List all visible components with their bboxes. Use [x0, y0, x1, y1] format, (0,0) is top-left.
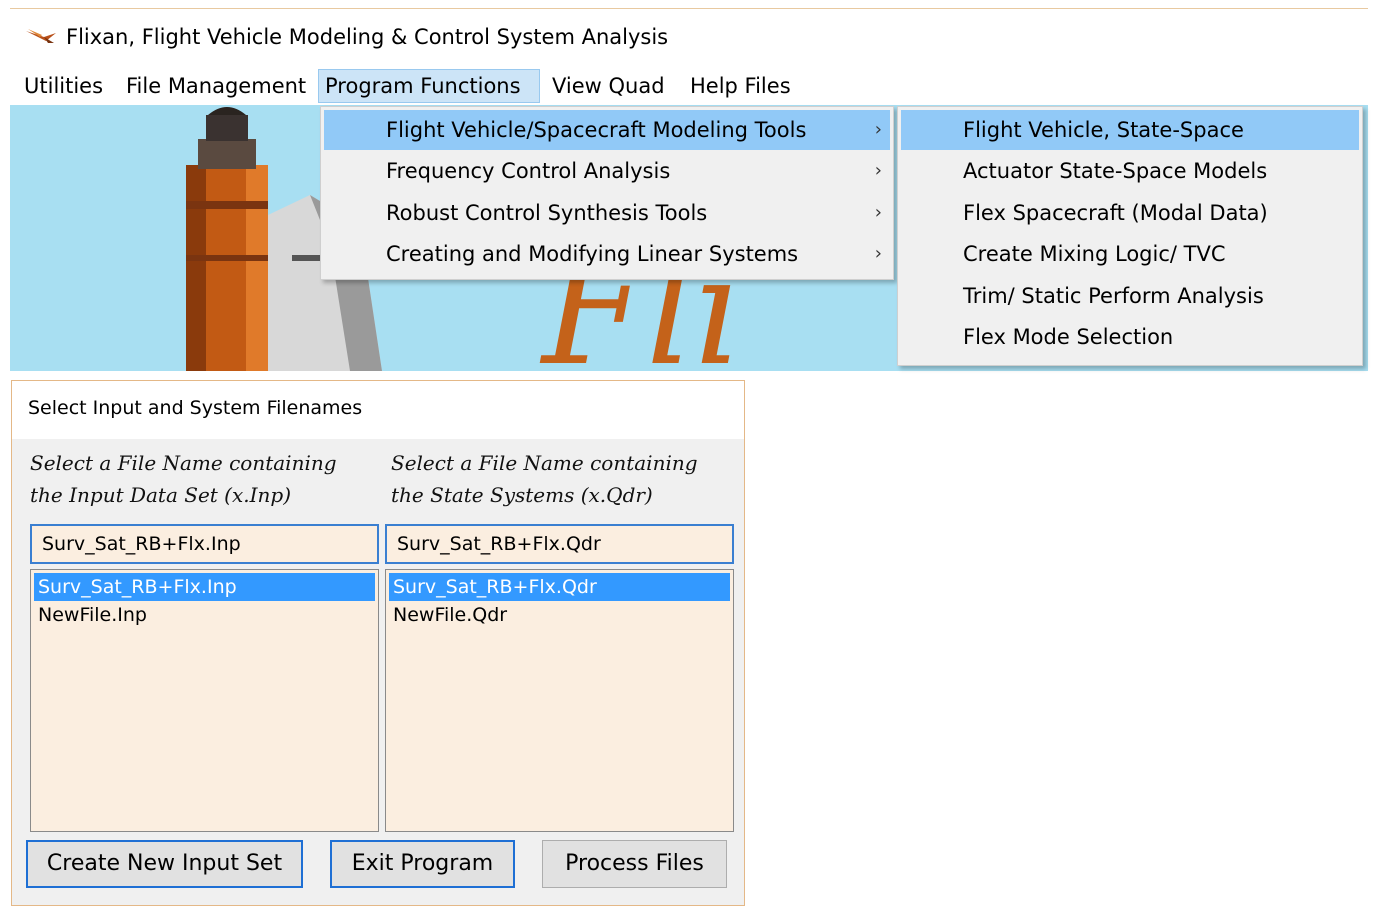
submenu-flex-mode-selection[interactable]: Flex Mode Selection [901, 317, 1359, 357]
list-item[interactable]: NewFile.Inp [34, 601, 375, 629]
system-file-listbox[interactable]: Surv_Sat_RB+Flx.Qdr NewFile.Qdr [385, 569, 734, 832]
list-item[interactable]: NewFile.Qdr [389, 601, 730, 629]
list-item[interactable]: Surv_Sat_RB+Flx.Inp [34, 573, 375, 601]
menu-file-management[interactable]: File Management [120, 69, 312, 103]
system-caption-line2: the State Systems (x.Qdr) [391, 483, 653, 507]
create-new-input-set-button[interactable]: Create New Input Set [26, 840, 303, 888]
list-item[interactable]: Surv_Sat_RB+Flx.Qdr [389, 573, 730, 601]
submenu-flight-vehicle-state-space[interactable]: Flight Vehicle, State-Space [901, 110, 1359, 150]
submenu-actuator-models[interactable]: Actuator State-Space Models [901, 151, 1359, 191]
submenu-mixing-logic[interactable]: Create Mixing Logic/ TVC [901, 234, 1359, 274]
menu-program-functions[interactable]: Program Functions [318, 69, 540, 103]
input-file-listbox[interactable]: Surv_Sat_RB+Flx.Inp NewFile.Inp [30, 569, 379, 832]
system-filename-field[interactable]: Surv_Sat_RB+Flx.Qdr [385, 524, 734, 564]
dialog-title: Select Input and System Filenames [28, 397, 363, 419]
menu-item-robust-control-synthesis[interactable]: Robust Control Synthesis Tools › [324, 193, 890, 233]
program-functions-menu: Flight Vehicle/Spacecraft Modeling Tools… [320, 106, 894, 280]
vehicle-modeling-submenu: Flight Vehicle, State-Space Actuator Sta… [897, 106, 1363, 366]
chevron-right-icon: › [874, 119, 882, 140]
menu-utilities[interactable]: Utilities [18, 69, 109, 103]
flixan-logo-icon [26, 29, 56, 43]
menu-item-label: Frequency Control Analysis [386, 159, 671, 183]
submenu-flex-spacecraft[interactable]: Flex Spacecraft (Modal Data) [901, 193, 1359, 233]
menu-item-label: Flight Vehicle/Spacecraft Modeling Tools [386, 118, 807, 142]
system-caption-line1: Select a File Name containing [391, 451, 698, 475]
menu-item-vehicle-modeling-tools[interactable]: Flight Vehicle/Spacecraft Modeling Tools… [324, 110, 890, 150]
menu-item-label: Creating and Modifying Linear Systems [386, 242, 799, 266]
menu-item-linear-systems[interactable]: Creating and Modifying Linear Systems › [324, 234, 890, 274]
select-filenames-dialog: Select Input and System Filenames Select… [11, 380, 745, 906]
window-title: Flixan, Flight Vehicle Modeling & Contro… [66, 25, 669, 49]
menu-item-frequency-control-analysis[interactable]: Frequency Control Analysis › [324, 151, 890, 191]
title-bar: Flixan, Flight Vehicle Modeling & Contro… [10, 9, 1368, 67]
process-files-button[interactable]: Process Files [542, 840, 727, 888]
submenu-item-label: Trim/ Static Perform Analysis [963, 284, 1264, 308]
input-caption-line2: the Input Data Set (x.Inp) [30, 483, 292, 507]
submenu-item-label: Flex Spacecraft (Modal Data) [963, 201, 1268, 225]
exit-program-button[interactable]: Exit Program [330, 840, 515, 888]
submenu-trim-analysis[interactable]: Trim/ Static Perform Analysis [901, 276, 1359, 316]
dialog-title-bar: Select Input and System Filenames [12, 381, 744, 439]
submenu-item-label: Create Mixing Logic/ TVC [963, 242, 1226, 266]
menu-item-label: Robust Control Synthesis Tools [386, 201, 708, 225]
chevron-right-icon: › [874, 243, 882, 264]
submenu-item-label: Flight Vehicle, State-Space [963, 118, 1244, 142]
chevron-right-icon: › [874, 160, 882, 181]
input-filename-field[interactable]: Surv_Sat_RB+Flx.Inp [30, 524, 379, 564]
submenu-item-label: Actuator State-Space Models [963, 159, 1268, 183]
menu-help-files[interactable]: Help Files [684, 69, 797, 103]
menu-view-quad[interactable]: View Quad [546, 69, 671, 103]
chevron-right-icon: › [874, 202, 882, 223]
menu-bar: Utilities File Management Program Functi… [10, 69, 1368, 105]
submenu-item-label: Flex Mode Selection [963, 325, 1174, 349]
input-caption-line1: Select a File Name containing [30, 451, 337, 475]
